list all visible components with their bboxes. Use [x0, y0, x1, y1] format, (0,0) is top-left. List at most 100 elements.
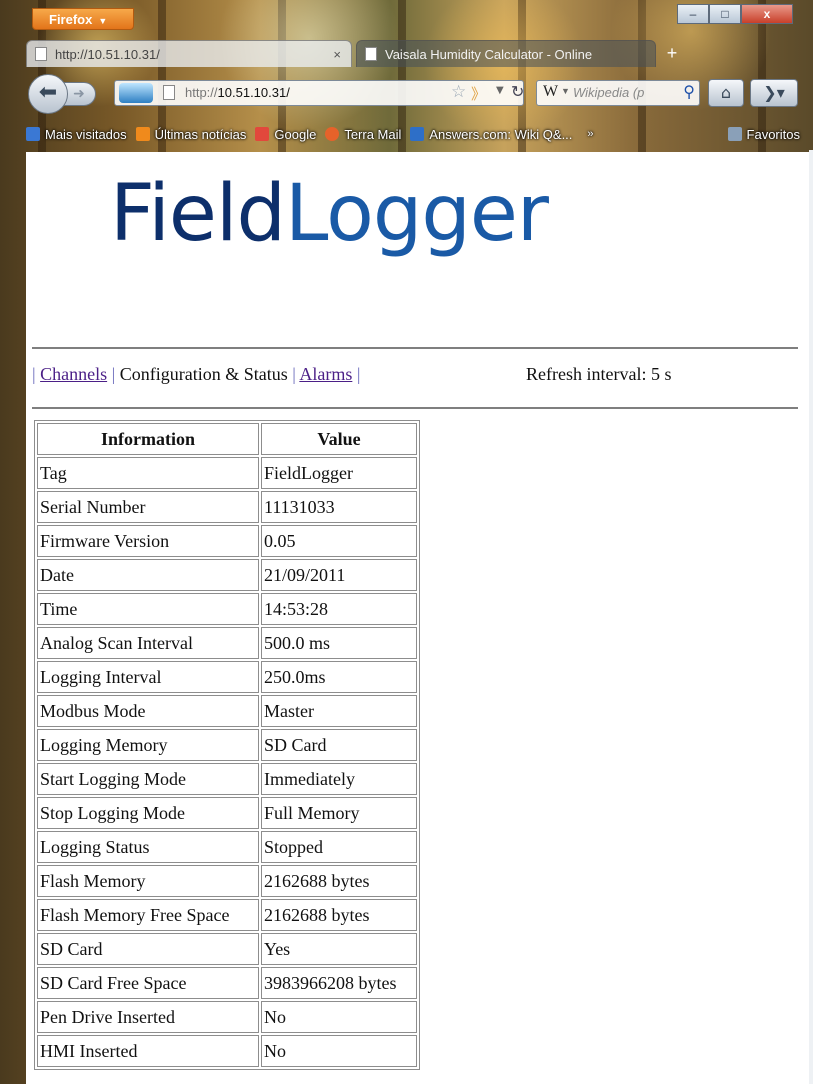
reload-icon[interactable]: ↻ [511, 82, 524, 101]
info-cell: Firmware Version [37, 525, 259, 557]
url-bar[interactable]: http://10.51.10.31/ ☆ 》 ▼ ↻ [114, 80, 524, 106]
bookmark-label: Últimas notícias [154, 126, 247, 142]
bookmark-label: Answers.com: Wiki Q&... [429, 126, 573, 142]
page-icon [163, 85, 175, 100]
alarms-link[interactable]: Alarms [299, 364, 352, 384]
bookmark-label: Google [274, 126, 317, 142]
table-row: Modbus Mode Master [37, 695, 417, 727]
search-engine-dropdown-icon[interactable]: ▼ [561, 86, 570, 96]
bookmark-answers[interactable]: Answers.com: Wiki Q&... [410, 127, 572, 142]
info-cell: Flash Memory Free Space [37, 899, 259, 931]
info-cell: Logging Status [37, 831, 259, 863]
minimize-button[interactable]: – [677, 4, 709, 24]
info-cell: SD Card Free Space [37, 967, 259, 999]
google-icon [255, 127, 270, 141]
table-row: Flash Memory Free Space 2162688 bytes [37, 899, 417, 931]
value-cell: No [261, 1001, 417, 1033]
bookmark-label: Mais visitados [45, 126, 127, 142]
window-right-edge [809, 150, 813, 1084]
info-cell: Modbus Mode [37, 695, 259, 727]
value-cell: 2162688 bytes [261, 865, 417, 897]
info-cell: Time [37, 593, 259, 625]
value-cell: 2162688 bytes [261, 899, 417, 931]
value-cell: 14:53:28 [261, 593, 417, 625]
navigation-toolbar: ➜ ⬅ http://10.51.10.31/ ☆ 》 ▼ ↻ W ▼ Wiki… [26, 70, 803, 118]
value-cell: Yes [261, 933, 417, 965]
table-row: Logging Status Stopped [37, 831, 417, 863]
refresh-interval: Refresh interval: 5 s [526, 364, 672, 384]
rss-icon [135, 127, 150, 141]
info-cell: Stop Logging Mode [37, 797, 259, 829]
tab-vaisala[interactable]: Vaisala Humidity Calculator - Online [356, 40, 656, 67]
value-cell: 3983966208 bytes [261, 967, 417, 999]
home-button[interactable]: ⌂ [708, 79, 744, 107]
answers-icon [410, 127, 425, 141]
table-row: Flash Memory 2162688 bytes [37, 865, 417, 897]
folder-icon [727, 127, 742, 141]
nav-separator: | [292, 364, 296, 384]
close-tab-icon[interactable]: × [333, 41, 341, 68]
info-cell: Pen Drive Inserted [37, 1001, 259, 1033]
page-icon [365, 47, 377, 61]
table-row: Time 14:53:28 [37, 593, 417, 625]
info-cell: Start Logging Mode [37, 763, 259, 795]
value-cell: 11131033 [261, 491, 417, 523]
chevron-down-icon: ▼ [98, 16, 108, 26]
info-cell: Logging Memory [37, 729, 259, 761]
bookmark-favoritos[interactable]: Favoritos [727, 126, 800, 142]
table-row: Stop Logging Mode Full Memory [37, 797, 417, 829]
tab-label: http://10.51.10.31/ [55, 47, 160, 62]
info-cell: SD Card [37, 933, 259, 965]
column-header-information: Information [37, 423, 259, 455]
bookmark-label: Favoritos [746, 126, 800, 142]
bookmark-star-icon[interactable]: ☆ [451, 82, 466, 102]
page-nav: | Channels | Configuration & Status | Al… [32, 364, 360, 385]
value-cell: 21/09/2011 [261, 559, 417, 591]
close-window-button[interactable]: x [741, 4, 793, 24]
table-row: Pen Drive Inserted No [37, 1001, 417, 1033]
value-cell: No [261, 1035, 417, 1067]
channels-link[interactable]: Channels [40, 364, 107, 384]
value-cell: FieldLogger [261, 457, 417, 489]
bookmark-mais-visitados[interactable]: Mais visitados [26, 127, 127, 142]
search-bar[interactable]: W ▼ Wikipedia (p ⚲ [536, 80, 700, 106]
divider [32, 347, 798, 349]
go-arrow-icon[interactable]: 》 [471, 83, 486, 104]
table-row: Start Logging Mode Immediately [37, 763, 417, 795]
info-cell: HMI Inserted [37, 1035, 259, 1067]
table-header-row: Information Value [37, 423, 417, 455]
nav-separator: | [111, 364, 116, 384]
new-tab-button[interactable]: + [660, 43, 684, 65]
fieldlogger-logo: FieldLogger [110, 169, 549, 259]
wikipedia-icon[interactable]: W [543, 83, 558, 101]
bookmark-label: Terra Mail [344, 126, 402, 142]
firefox-menu-button[interactable]: Firefox ▼ [32, 8, 134, 30]
tab-fieldlogger[interactable]: http://10.51.10.31/ × [26, 40, 352, 67]
bookmarks-toolbar: Mais visitados Últimas notícias Google T… [26, 122, 809, 146]
table-row: Tag FieldLogger [37, 457, 417, 489]
value-cell: Immediately [261, 763, 417, 795]
search-icon[interactable]: ⚲ [683, 82, 695, 101]
back-button[interactable]: ⬅ [28, 74, 68, 114]
column-header-value: Value [261, 423, 417, 455]
info-cell: Logging Interval [37, 661, 259, 693]
maximize-button[interactable]: □ [709, 4, 741, 24]
table-row: Firmware Version 0.05 [37, 525, 417, 557]
status-table: Information Value Tag FieldLogger Serial … [34, 420, 420, 1070]
value-cell: 0.05 [261, 525, 417, 557]
bookmark-terra-mail[interactable]: Terra Mail [325, 127, 401, 142]
value-cell: Stopped [261, 831, 417, 863]
terra-icon [325, 127, 340, 141]
bookmarks-overflow-icon[interactable]: » [587, 128, 593, 140]
divider [32, 407, 798, 409]
history-dropdown-icon[interactable]: ▼ [496, 85, 504, 96]
table-row: Serial Number 11131033 [37, 491, 417, 523]
table-row: SD Card Yes [37, 933, 417, 965]
table-row: Date 21/09/2011 [37, 559, 417, 591]
more-tools-button[interactable]: ❯▾ [750, 79, 798, 107]
current-page-label: Configuration & Status [119, 364, 288, 384]
bookmark-google[interactable]: Google [255, 127, 316, 142]
firefox-menu-label: Firefox [49, 12, 93, 27]
site-identity-icon[interactable] [119, 83, 153, 103]
bookmark-ultimas-noticias[interactable]: Últimas notícias [135, 126, 247, 142]
